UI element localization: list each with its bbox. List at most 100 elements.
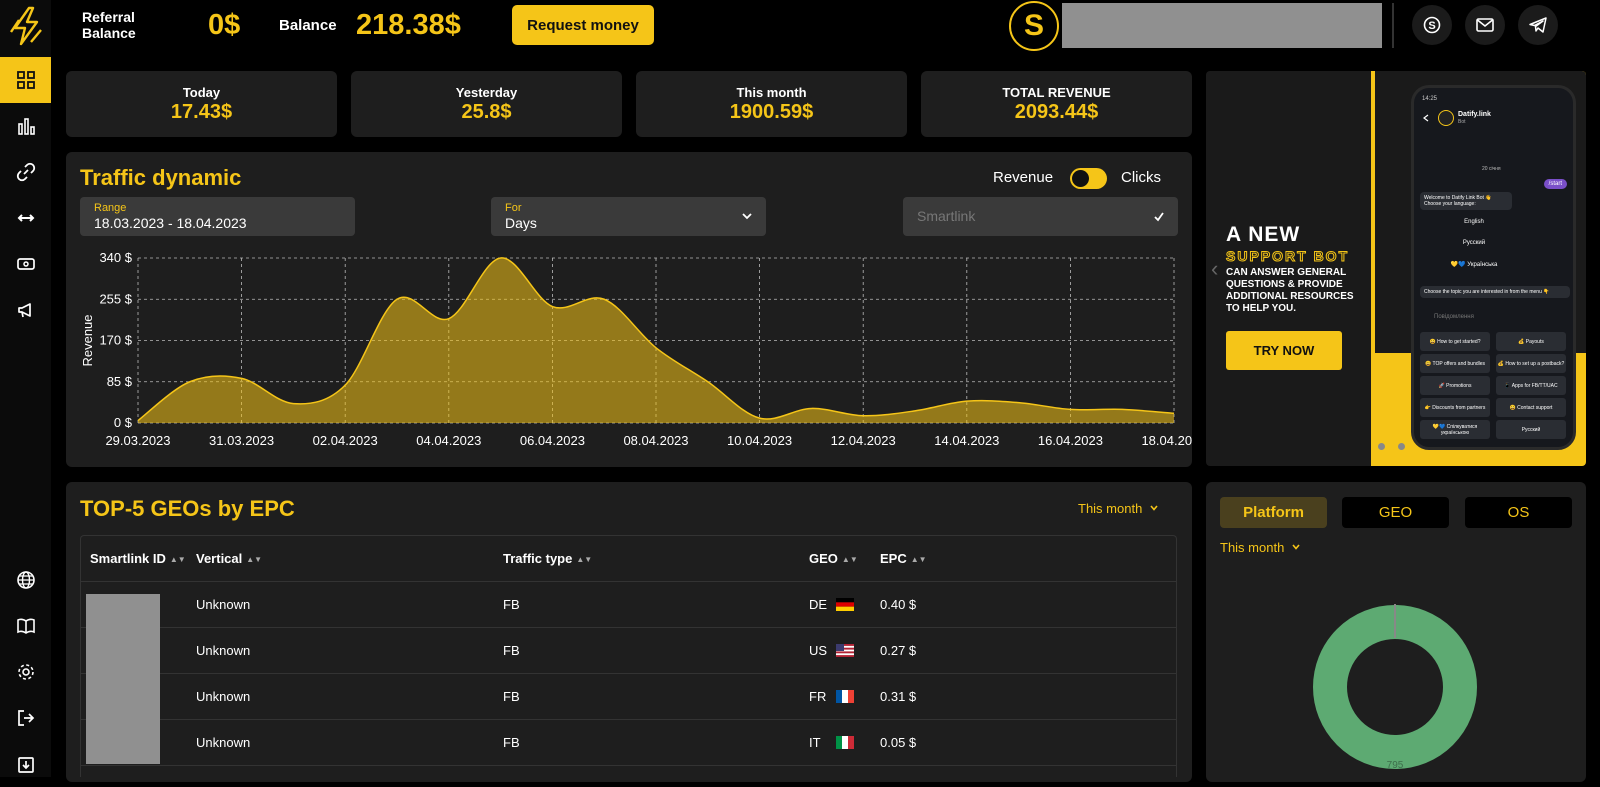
cell-epc: 0.31 $ xyxy=(880,689,917,704)
mail-icon[interactable] xyxy=(1465,5,1505,45)
cell-traffic: FB xyxy=(503,597,520,612)
sidebar-item-globe[interactable] xyxy=(0,557,51,603)
col-geo[interactable]: GEO ▲▼ xyxy=(809,551,858,566)
chevron-left-icon[interactable]: ‹ xyxy=(1211,256,1218,282)
flag-it-icon xyxy=(836,736,854,749)
banner-description: CAN ANSWER GENERAL QUESTIONS & PROVIDE A… xyxy=(1226,267,1366,315)
y-tick-label: 170 $ xyxy=(99,333,132,348)
stat-card-total-revenue: TOTAL REVENUE 2093.44$ xyxy=(921,71,1192,137)
range-value: 18.03.2023 - 18.04.2023 xyxy=(94,215,247,231)
x-tick-label: 31.03.2023 xyxy=(209,433,274,448)
telegram-icon[interactable] xyxy=(1518,5,1558,45)
kb-button: 💛💙 Спілкуватися українською xyxy=(1420,420,1490,439)
sort-icon: ▲▼ xyxy=(246,555,263,564)
breakdown-period-dropdown[interactable]: This month xyxy=(1220,540,1301,555)
col-vertical[interactable]: Vertical ▲▼ xyxy=(196,551,262,566)
kb-button: 🚀 Promotions xyxy=(1420,376,1490,395)
request-money-button[interactable]: Request money xyxy=(512,5,654,45)
chevron-down-icon xyxy=(1292,544,1300,550)
lang-option: 💛💙 Українська xyxy=(1450,262,1498,268)
cell-traffic: FB xyxy=(503,689,520,704)
traffic-dynamic-title: Traffic dynamic xyxy=(80,165,242,190)
chevron-down-icon xyxy=(742,213,752,220)
sidebar-item-docs[interactable] xyxy=(0,603,51,649)
tab-geo[interactable]: GEO xyxy=(1342,497,1449,528)
cell-geo: US xyxy=(809,643,828,658)
x-tick-label: 16.04.2023 xyxy=(1038,433,1103,448)
transfer-icon xyxy=(17,214,34,222)
stat-label: TOTAL REVENUE xyxy=(1002,85,1111,100)
flag-fr-icon xyxy=(836,690,854,703)
tab-os[interactable]: OS xyxy=(1465,497,1572,528)
start-command: /start xyxy=(1543,179,1567,189)
sidebar-item-logout[interactable] xyxy=(0,695,51,741)
for-select[interactable]: For Days xyxy=(491,197,766,236)
sidebar-item-payments[interactable] xyxy=(0,241,51,287)
x-tick-label: 06.04.2023 xyxy=(520,433,585,448)
skype-icon[interactable]: S xyxy=(1412,5,1452,45)
sidebar-item-promo[interactable] xyxy=(0,287,51,333)
stat-label: Today xyxy=(182,85,221,100)
geo-period-dropdown[interactable]: This month xyxy=(1078,501,1159,516)
lang-option: English xyxy=(1464,219,1484,225)
bot-sub: Bot xyxy=(1458,119,1466,125)
sidebar-item-links[interactable] xyxy=(0,149,51,195)
balance-value: 218.38$ xyxy=(356,9,461,41)
smartlink-select[interactable]: Smartlink xyxy=(903,197,1178,236)
carousel-dot[interactable] xyxy=(1378,443,1385,450)
support-bot-banner[interactable]: A NEW SUPPORT BOT CAN ANSWER GENERAL QUE… xyxy=(1206,71,1586,466)
cell-vertical: Unknown xyxy=(196,643,251,658)
sort-icon: ▲▼ xyxy=(169,555,186,564)
stat-label: This month xyxy=(736,85,807,100)
sidebar-item-transfer[interactable] xyxy=(0,195,51,241)
platform-donut-chart: 795 xyxy=(1313,604,1477,771)
col-traffic-type[interactable]: Traffic type ▲▼ xyxy=(503,551,592,566)
stat-value: 25.8$ xyxy=(461,101,512,123)
y-tick-label: 0 $ xyxy=(114,415,133,430)
x-tick-label: 12.04.2023 xyxy=(831,433,896,448)
col-label: Smartlink ID xyxy=(90,551,166,566)
sidebar-item-download[interactable] xyxy=(0,741,51,787)
avatar[interactable]: S xyxy=(1009,1,1059,51)
cell-epc: 0.27 $ xyxy=(880,643,917,658)
cell-geo: FR xyxy=(809,689,827,704)
lang-option: Русский xyxy=(1462,240,1486,246)
col-epc[interactable]: EPC ▲▼ xyxy=(880,551,927,566)
sidebar-item-dashboard[interactable] xyxy=(0,57,51,103)
col-smartlink-id[interactable]: Smartlink ID ▲▼ xyxy=(90,551,186,566)
revenue-clicks-toggle[interactable] xyxy=(1070,168,1107,189)
toggle-revenue-label: Revenue xyxy=(993,169,1054,186)
sort-icon: ▲▼ xyxy=(910,555,927,564)
range-field[interactable]: Range 18.03.2023 - 18.04.2023 xyxy=(80,197,355,236)
stat-card-today: Today 17.43$ xyxy=(66,71,337,137)
carousel-dot-active[interactable] xyxy=(1388,443,1395,450)
logo-icon[interactable] xyxy=(0,0,51,52)
y-tick-label: 340 $ xyxy=(99,250,132,265)
try-now-button[interactable]: TRY NOW xyxy=(1226,331,1342,370)
table-row: Unknown FB DE 0.40 $ xyxy=(81,582,1176,628)
tab-platform[interactable]: Platform xyxy=(1220,497,1327,528)
balance-label: Balance xyxy=(279,17,337,34)
sidebar-item-statistics[interactable] xyxy=(0,103,51,149)
kb-button: 👉 Discounts from partners xyxy=(1420,398,1490,417)
chat-date: 20 січня xyxy=(1482,166,1501,172)
sort-icon: ▲▼ xyxy=(576,555,593,564)
table-row: Unknown FB US 0.27 $ xyxy=(81,628,1176,674)
breakdown-period-label: This month xyxy=(1220,540,1285,555)
x-tick-label: 14.04.2023 xyxy=(934,433,999,448)
for-value: Days xyxy=(505,215,537,231)
traffic-chart: 0 $ 85 $ 170 $ 255 $ 340 $ 29.03.2023 31.03.20… xyxy=(80,250,1192,448)
col-label: Traffic type xyxy=(503,551,573,566)
sidebar xyxy=(0,0,51,777)
cell-traffic: FB xyxy=(503,735,520,750)
sidebar-item-settings[interactable] xyxy=(0,649,51,695)
geo-title: TOP-5 GEOs by EPC xyxy=(80,496,295,521)
carousel-dot[interactable] xyxy=(1398,443,1405,450)
flag-us-icon xyxy=(836,644,854,657)
range-label: Range xyxy=(94,202,127,214)
stat-value: 17.43$ xyxy=(170,101,233,123)
statistics-icon xyxy=(17,118,35,135)
smartlink-placeholder: Smartlink xyxy=(917,208,976,224)
kb-button: 😀 TOP offers and bundles xyxy=(1420,354,1490,373)
geo-table: Smartlink ID ▲▼ Vertical ▲▼ Traffic type ▲▼… xyxy=(80,535,1177,777)
